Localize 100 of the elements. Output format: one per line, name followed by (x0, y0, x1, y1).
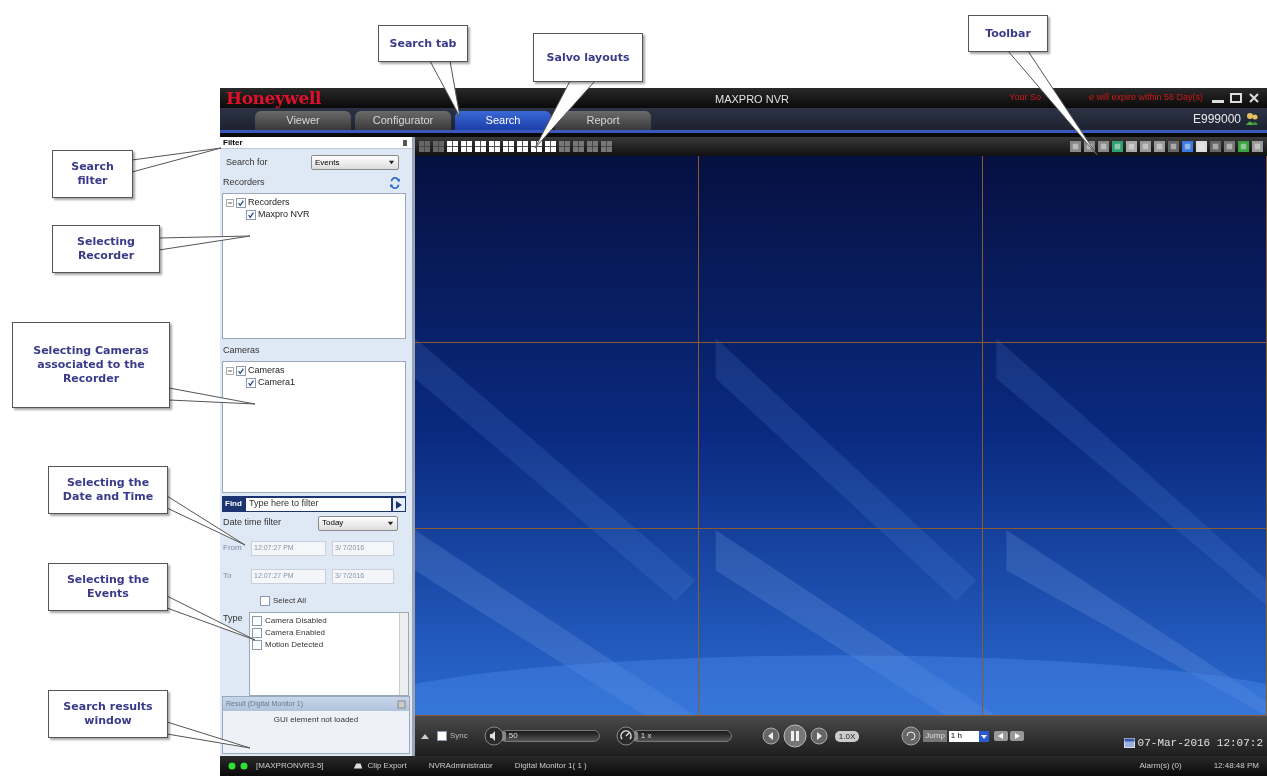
field-label: Search for (226, 155, 269, 169)
user-id: E999000 (1192, 111, 1241, 128)
calendar-icon[interactable] (1123, 737, 1135, 749)
dropdown[interactable]: Today (318, 515, 398, 531)
collapse-icon[interactable] (226, 199, 234, 207)
tab[interactable]: Report (555, 111, 651, 130)
filter-button-icon[interactable] (393, 497, 405, 511)
refresh-icon[interactable] (389, 177, 401, 189)
video-tile[interactable] (415, 342, 699, 530)
status-dot-icon (228, 762, 236, 770)
video-tile[interactable] (699, 156, 983, 343)
jump-forward-icon[interactable] (1009, 731, 1024, 741)
tab[interactable]: Viewer (255, 111, 351, 130)
toolbar-icon[interactable] (1182, 141, 1193, 152)
checkbox[interactable] (246, 210, 256, 220)
grid-layout-icon[interactable] (461, 141, 472, 152)
tab[interactable]: Search (455, 111, 551, 130)
result-message: GUI element not loaded (272, 714, 360, 726)
pin-icon[interactable] (401, 138, 409, 147)
expiry-notice: e will expire within 56 Day(s) (1088, 91, 1203, 105)
checkbox[interactable] (260, 596, 270, 606)
section-heading: Cameras (223, 344, 260, 358)
grid-layout-icon[interactable] (475, 141, 486, 152)
maximize-icon[interactable] (1229, 91, 1243, 105)
list-item[interactable]: Motion Detected (265, 638, 324, 651)
field-label: Date time filter (223, 516, 283, 530)
callout: Salvo layouts (533, 33, 643, 82)
previous-icon[interactable] (761, 727, 780, 745)
tree-item[interactable]: Cameras (248, 364, 285, 378)
speed-rate: 1.0X (834, 730, 860, 742)
checkbox[interactable] (236, 198, 246, 208)
video-tile[interactable] (983, 342, 1267, 530)
scrollbar[interactable] (399, 613, 408, 695)
section-heading: Recorders (223, 176, 265, 190)
checkbox-label: Sync (450, 730, 468, 742)
video-tile[interactable] (699, 342, 983, 530)
speaker-icon[interactable] (483, 726, 504, 746)
server-name: [MAXPRONVR3-5] (256, 760, 324, 772)
checkbox[interactable] (437, 731, 447, 741)
jump-icon[interactable] (901, 726, 922, 746)
grid-layout-icon[interactable] (517, 141, 528, 152)
alarm-count: Alarm(s) (0) (1139, 760, 1182, 772)
gauge-icon[interactable] (615, 726, 636, 746)
slider-reading: 50 (507, 730, 518, 742)
toolbar-icon[interactable] (1210, 141, 1221, 152)
list-item[interactable]: Camera Enabled (265, 626, 326, 639)
export-icon[interactable] (351, 760, 364, 772)
toolbar-icon[interactable] (1224, 141, 1235, 152)
list-item[interactable]: Camera Disabled (265, 614, 327, 627)
callout: Toolbar (968, 15, 1048, 52)
callout: Selecting the Date and Time (48, 466, 168, 514)
video-tile[interactable] (983, 156, 1267, 343)
checkbox-label: Select All (273, 595, 306, 607)
field-label: To (223, 570, 233, 582)
users-icon[interactable] (1245, 112, 1259, 126)
grid-layout-icon[interactable] (545, 141, 556, 152)
pause-icon[interactable] (782, 724, 807, 748)
caret-icon (387, 519, 394, 527)
jump-label: Jump (923, 730, 947, 742)
logo: Honeywell (226, 89, 321, 107)
collapse-icon[interactable] (226, 367, 234, 375)
status-item: NVRAdministrator (428, 760, 493, 772)
panel-title: Filter (223, 136, 243, 149)
status-dot-icon (240, 762, 248, 770)
caret-icon (388, 159, 395, 166)
close-icon[interactable] (1247, 91, 1261, 105)
grid-layout-icon[interactable] (489, 141, 500, 152)
callout: Selecting the Events (48, 563, 168, 611)
status-time: 12:48:48 PM (1213, 760, 1259, 772)
playback-datetime: 07-Mar-2016 12:07:2 (1137, 735, 1263, 751)
callout: Selecting Recorder (52, 225, 160, 273)
tree-item[interactable]: Recorders (248, 196, 290, 210)
callout: Search results window (48, 690, 168, 738)
toolbar-icon[interactable] (1168, 141, 1179, 152)
checkbox[interactable] (246, 378, 256, 388)
checkbox[interactable] (252, 615, 262, 626)
next-icon[interactable] (809, 727, 828, 745)
field-label: Type (223, 612, 244, 625)
checkbox[interactable] (252, 627, 262, 638)
tree-item[interactable]: Camera1 (258, 376, 295, 390)
dropdown[interactable]: Events (311, 155, 399, 170)
checkbox[interactable] (252, 639, 262, 650)
checkbox[interactable] (236, 366, 246, 376)
status-item: Digital Monitor 1( 1 ) (514, 760, 587, 772)
slider-reading: 1 x (639, 730, 652, 742)
window-title: MAXPRO NVR (715, 92, 789, 107)
callout: Selecting Cameras associated to the Recorder (12, 322, 170, 408)
field-label: From (223, 542, 243, 554)
filter-field[interactable]: Type here to filter (245, 497, 391, 511)
callout: Search tab (378, 25, 468, 62)
tab[interactable]: Configurator (355, 111, 451, 130)
jump-dropdown[interactable]: 1 h (948, 730, 989, 742)
find-label: Find (224, 498, 243, 510)
tree-item[interactable]: Maxpro NVR (258, 208, 310, 222)
callout: Search filter (52, 150, 133, 198)
jump-back-icon[interactable] (993, 731, 1008, 741)
expiry-notice: Your So (1009, 91, 1041, 105)
grid-layout-icon[interactable] (503, 141, 514, 152)
grid-layout-icon[interactable] (447, 141, 458, 152)
video-tile[interactable] (415, 156, 699, 343)
